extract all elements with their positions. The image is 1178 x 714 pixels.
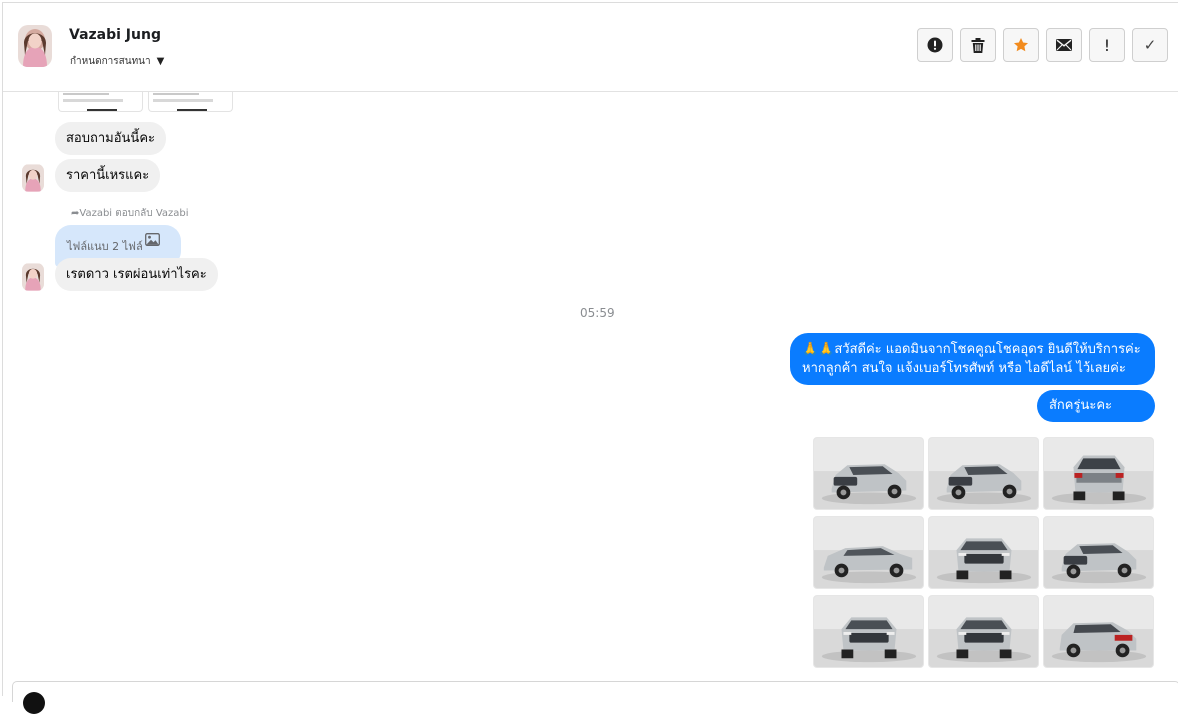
outgoing-message[interactable]: สักครู่นะคะลูกค้า (1037, 390, 1155, 445)
reply-indicator: ➦Vazabi ตอบกลับ Vazabi (71, 206, 189, 221)
message-timestamp: 05:59 (580, 306, 615, 320)
outgoing-message-line: หากลูกค้า สนใจ แจ้งเบอร์โทรศัพท์ หรือ ไอ… (802, 361, 1126, 376)
done-button[interactable]: ✓ (1132, 28, 1168, 62)
message-composer[interactable] (12, 681, 1178, 714)
caret-down-icon: ▼ (156, 56, 165, 67)
composer-icon[interactable] (23, 692, 45, 714)
photo-attachment-grid (813, 437, 1155, 668)
outgoing-message-line: 🙏🙏สวัสดีค่ะ แอดมินจากโชคคูณโชคอุดร ยินดี… (802, 342, 1141, 357)
sender-avatar (22, 263, 44, 291)
report-button[interactable] (917, 28, 953, 62)
star-icon (1014, 38, 1028, 52)
car-photo-front-left[interactable] (1043, 516, 1154, 589)
conversation-setting-label: กำหนดการสนทนา (70, 56, 151, 67)
image-icon (145, 233, 160, 246)
header-actions: ! ✓ (917, 28, 1168, 62)
attachment-thumbnail[interactable] (58, 92, 143, 112)
incoming-message[interactable]: เรตดาว เรตผ่อนเท่าไรคะ (55, 258, 218, 291)
car-photo-front-left[interactable] (813, 437, 924, 510)
sender-avatar (22, 164, 44, 192)
envelope-icon (1056, 39, 1072, 51)
reply-meta-text: Vazabi ตอบกลับ Vazabi (79, 208, 189, 219)
car-photo-rear[interactable] (1043, 437, 1154, 510)
outgoing-message[interactable]: 🙏🙏สวัสดีค่ะ แอดมินจากโชคคูณโชคอุดร ยินดี… (790, 333, 1155, 385)
car-photo-rear-right[interactable] (1043, 595, 1154, 668)
reply-attachment-text: ไฟล์แนบ 2 ไฟล์ (67, 240, 143, 253)
mail-button[interactable] (1046, 28, 1082, 62)
conversation-setting-dropdown[interactable]: กำหนดการสนทนา ▼ (70, 54, 164, 69)
attachment-thumbnail[interactable] (148, 92, 233, 112)
delete-button[interactable] (960, 28, 996, 62)
message-thread[interactable]: สอบถามอันนี้คะ ราคานี้เหรแคะ ➦Vazabi ตอบ… (3, 92, 1178, 680)
car-photo-front-left[interactable] (928, 437, 1039, 510)
contact-name[interactable]: Vazabi Jung (69, 27, 161, 43)
important-button[interactable]: ! (1089, 28, 1125, 62)
car-photo-front[interactable] (928, 516, 1039, 589)
incoming-message[interactable]: สอบถามอันนี้คะ (55, 122, 166, 155)
check-icon: ✓ (1143, 36, 1157, 54)
attachment-thumbnails (58, 92, 233, 112)
trash-icon (971, 37, 985, 53)
conversation-header: Vazabi Jung กำหนดการสนทนา ▼ ! ✓ (3, 3, 1178, 92)
star-button[interactable] (1003, 28, 1039, 62)
car-photo-side[interactable] (813, 516, 924, 589)
exclamation-circle-icon (927, 37, 943, 53)
car-photo-front[interactable] (928, 595, 1039, 668)
contact-avatar[interactable] (18, 25, 52, 67)
car-photo-front[interactable] (813, 595, 924, 668)
incoming-message[interactable]: ราคานี้เหรแคะ (55, 159, 161, 192)
exclamation-icon: ! (1103, 35, 1111, 55)
